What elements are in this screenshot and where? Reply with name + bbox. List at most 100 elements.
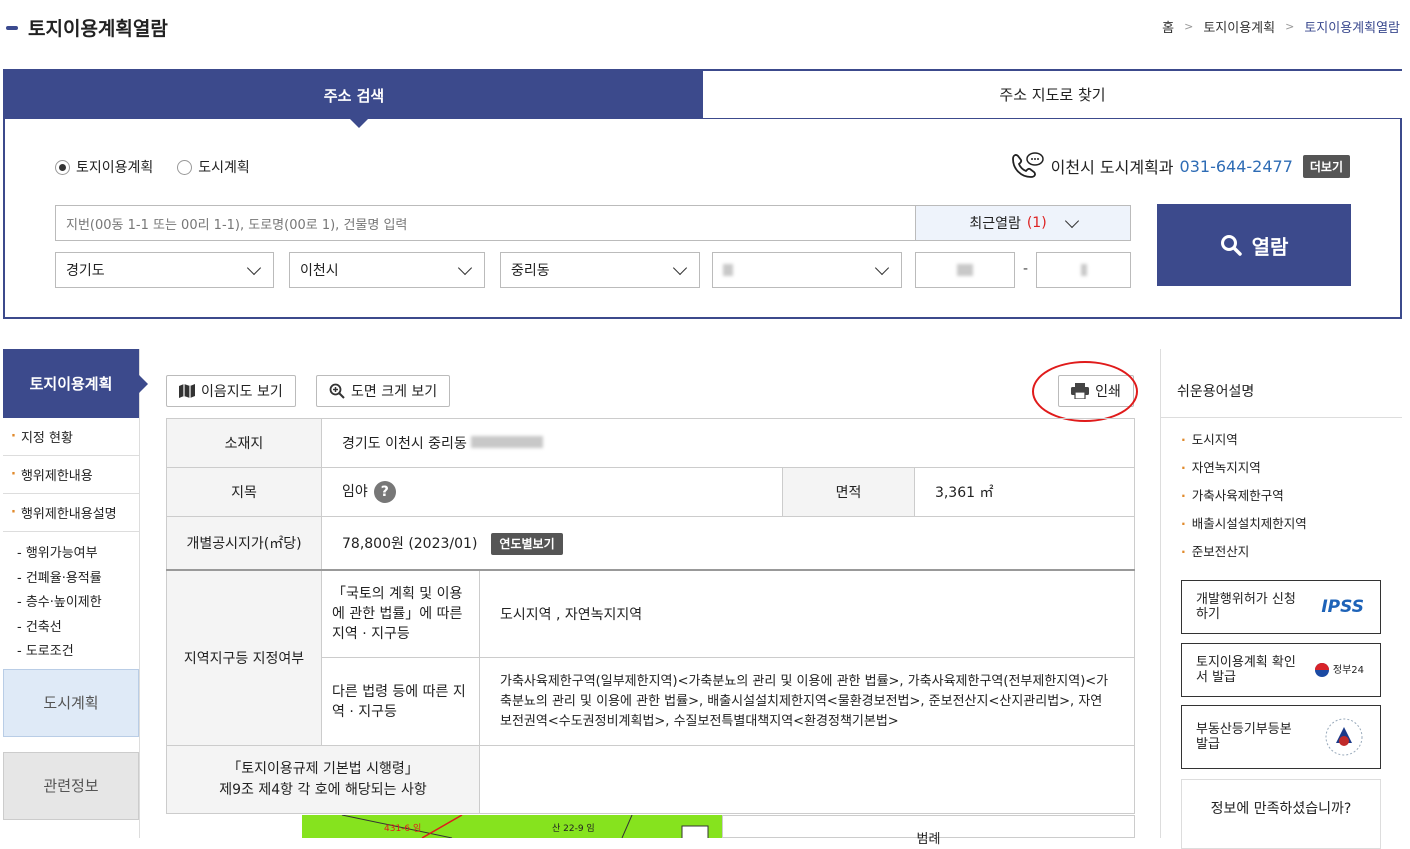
page-title: 토지이용계획열람 bbox=[6, 14, 168, 41]
location-value: 경기도 이천시 중리동 bbox=[321, 418, 1135, 468]
breadcrumb-home[interactable]: 홈 bbox=[1162, 17, 1174, 36]
land-info-table: 소재지 경기도 이천시 중리동 지목 임야? 면적 3,361 ㎡ 개별공시지가… bbox=[166, 418, 1136, 814]
breadcrumb: 홈 > 토지이용계획 > 토지이용계획열람 bbox=[1162, 17, 1400, 36]
address-search-input[interactable]: 지번(00동 1-1 또는 00리 1-1), 도로명(00로 1), 건물명 … bbox=[55, 205, 916, 241]
sidebar-sub-item[interactable]: - 층수·높이제한 bbox=[17, 591, 139, 616]
chevron-down-icon bbox=[1064, 213, 1079, 228]
zone-law1-label: 「국토의 계획 및 이용에 관한 법률」에 따른 지역 · 지구등 bbox=[321, 569, 480, 658]
regulation-label: 「토지이용규제 기본법 시행령」 제9조 제4항 각 호에 해당되는 사항 bbox=[166, 745, 480, 814]
search-icon bbox=[1220, 235, 1242, 256]
map-view-button[interactable]: 이음지도 보기 bbox=[166, 375, 296, 407]
more-button[interactable]: 더보기 bbox=[1302, 154, 1350, 178]
registry-link[interactable]: 부동산등기부등본 발급 bbox=[1181, 705, 1381, 769]
table-row: 지역지구등 지정여부 「국토의 계획 및 이용에 관한 법률」에 따른 지역 ·… bbox=[166, 569, 1135, 746]
glossary-item[interactable]: 준보전산지 bbox=[1181, 538, 1402, 566]
dong-select[interactable]: 중리동 bbox=[500, 252, 700, 288]
sidebar-sub-item[interactable]: - 행위가능여부 bbox=[17, 542, 139, 567]
help-icon[interactable]: ? bbox=[373, 481, 396, 503]
blurred-value bbox=[471, 436, 544, 448]
lot-sub-input[interactable] bbox=[1036, 252, 1131, 288]
view-button[interactable]: 열람 bbox=[1157, 204, 1351, 286]
sidebar-sub-list: - 행위가능여부 - 건폐율·용적률 - 층수·높이제한 - 건축선 - 도로조… bbox=[3, 532, 139, 669]
blurred-value bbox=[1080, 264, 1087, 276]
contact-info: 이천시 도시계획과 031-644-2477 더보기 bbox=[1009, 151, 1350, 181]
gov24-emblem-icon bbox=[1314, 663, 1329, 677]
glossary-list: 도시지역 자연녹지지역 가축사육제한구역 배출시설설치제한지역 준보전산지 bbox=[1161, 418, 1402, 566]
sidebar-sub-item[interactable]: - 도로조건 bbox=[17, 640, 139, 665]
recent-count: (1) bbox=[1026, 215, 1047, 231]
breadcrumb-current[interactable]: 토지이용계획열람 bbox=[1304, 17, 1400, 36]
tab-address-search[interactable]: 주소 검색 bbox=[5, 71, 703, 128]
chevron-down-icon bbox=[672, 260, 688, 275]
map-icon bbox=[179, 384, 195, 398]
contact-phone[interactable]: 031-644-2477 bbox=[1180, 157, 1293, 176]
yearly-view-button[interactable]: 연도별보기 bbox=[491, 532, 563, 555]
gov24-logo: 정부24 bbox=[1314, 662, 1364, 678]
tab-map-search[interactable]: 주소 지도로 찾기 bbox=[703, 71, 1402, 119]
radio-unchecked-icon[interactable] bbox=[177, 159, 193, 175]
lot-main-input[interactable] bbox=[915, 252, 1015, 288]
table-row: 소재지 경기도 이천시 중리동 bbox=[166, 418, 1135, 468]
zoom-in-icon bbox=[329, 383, 345, 399]
dev-permit-link[interactable]: 개발행위허가 신청하기 IPSS bbox=[1181, 580, 1381, 634]
recent-view-dropdown[interactable]: 최근열람 (1) bbox=[915, 205, 1131, 241]
blurred-value bbox=[957, 264, 973, 276]
price-label: 개별공시지가(㎡당) bbox=[166, 516, 322, 570]
map-label: 산 22-9 임 bbox=[552, 824, 595, 834]
phone-chat-icon bbox=[1011, 152, 1044, 178]
table-row: 「토지이용규제 기본법 시행령」 제9조 제4항 각 호에 해당되는 사항 bbox=[166, 745, 1135, 814]
left-sidebar: 토지이용계획 지정 현황 행위제한내용 행위제한내용설명 - 행위가능여부 - … bbox=[3, 349, 148, 838]
chevron-down-icon bbox=[246, 260, 262, 275]
zone-law1-value[interactable]: 도시지역 , 자연녹지지역 bbox=[479, 569, 1135, 658]
regulation-value bbox=[479, 745, 1135, 814]
sidebar-item-restrictions[interactable]: 행위제한내용 bbox=[3, 456, 139, 494]
glossary-item[interactable]: 도시지역 bbox=[1181, 426, 1402, 454]
map-drawing bbox=[341, 815, 709, 838]
glossary-item[interactable]: 자연녹지지역 bbox=[1181, 454, 1402, 482]
chevron-down-icon bbox=[457, 260, 473, 275]
table-row: 개별공시지가(㎡당) 78,800원 (2023/01) 연도별보기 bbox=[166, 516, 1135, 570]
land-map-preview[interactable]: 431-6 임 산 22-9 임 bbox=[302, 815, 722, 838]
land-cert-link[interactable]: 토지이용계획 확인서 발급 정부24 bbox=[1181, 643, 1381, 697]
radio-land-use[interactable]: 토지이용계획 bbox=[55, 157, 153, 177]
blurred-value bbox=[723, 264, 733, 276]
radio-checked-icon[interactable] bbox=[55, 159, 70, 175]
price-value: 78,800원 (2023/01) 연도별보기 bbox=[321, 516, 1135, 570]
satisfaction-survey[interactable]: 정보에 만족하셨습니까? bbox=[1181, 779, 1381, 849]
zone-law2-value[interactable]: 가축사육제한구역(일부제한지역)<가축분뇨의 관리 및 이용에 관한 법률>, … bbox=[479, 657, 1135, 746]
area-value: 3,361 ㎡ bbox=[913, 467, 1136, 517]
chevron-down-icon bbox=[874, 260, 890, 275]
sidebar-header-land-use[interactable]: 토지이용계획 bbox=[3, 349, 148, 418]
zoom-drawing-button[interactable]: 도면 크게 보기 bbox=[316, 375, 451, 407]
city-select[interactable]: 이천시 bbox=[289, 252, 485, 288]
table-row: 지목 임야? 면적 3,361 ㎡ bbox=[166, 467, 1136, 517]
glossary-item[interactable]: 배출시설설치제한지역 bbox=[1181, 510, 1402, 538]
sidebar-item-status[interactable]: 지정 현황 bbox=[3, 418, 139, 456]
highlight-circle bbox=[1032, 361, 1138, 422]
sidebar-item-restriction-desc[interactable]: 행위제한내용설명 bbox=[3, 494, 139, 532]
right-sidebar: 쉬운용어설명 도시지역 자연녹지지역 가축사육제한구역 배출시설설치제한지역 준… bbox=[1160, 349, 1402, 849]
ipss-logo: IPSS bbox=[1321, 596, 1364, 617]
jimok-label: 지목 bbox=[166, 467, 322, 517]
province-select[interactable]: 경기도 bbox=[55, 252, 274, 288]
jimok-value: 임야? bbox=[321, 467, 783, 517]
map-legend: 범례 bbox=[722, 815, 1135, 847]
ri-select[interactable] bbox=[712, 252, 902, 288]
chevron-right-icon: > bbox=[1285, 20, 1295, 33]
glossary-header: 쉬운용어설명 bbox=[1161, 349, 1402, 418]
sidebar-section-related[interactable]: 관련정보 bbox=[3, 751, 139, 820]
court-emblem-icon bbox=[1325, 718, 1363, 756]
chevron-right-icon: > bbox=[1184, 20, 1194, 33]
map-label: 431-6 임 bbox=[384, 824, 422, 834]
breadcrumb-land-use[interactable]: 토지이용계획 bbox=[1203, 17, 1275, 36]
glossary-item[interactable]: 가축사육제한구역 bbox=[1181, 482, 1402, 510]
sidebar-sub-item[interactable]: - 건축선 bbox=[17, 616, 139, 641]
location-label: 소재지 bbox=[166, 418, 322, 468]
radio-urban-plan[interactable]: 도시계획 bbox=[177, 157, 250, 177]
area-label: 면적 bbox=[781, 467, 915, 517]
sidebar-section-urban[interactable]: 도시계획 bbox=[3, 668, 139, 737]
zone-label: 지역지구등 지정여부 bbox=[166, 569, 322, 746]
plan-type-radio-group: 토지이용계획 도시계획 bbox=[55, 157, 250, 177]
sidebar-sub-item[interactable]: - 건폐율·용적률 bbox=[17, 567, 139, 592]
zone-law2-label: 다른 법령 등에 따른 지역 · 지구등 bbox=[321, 657, 480, 746]
